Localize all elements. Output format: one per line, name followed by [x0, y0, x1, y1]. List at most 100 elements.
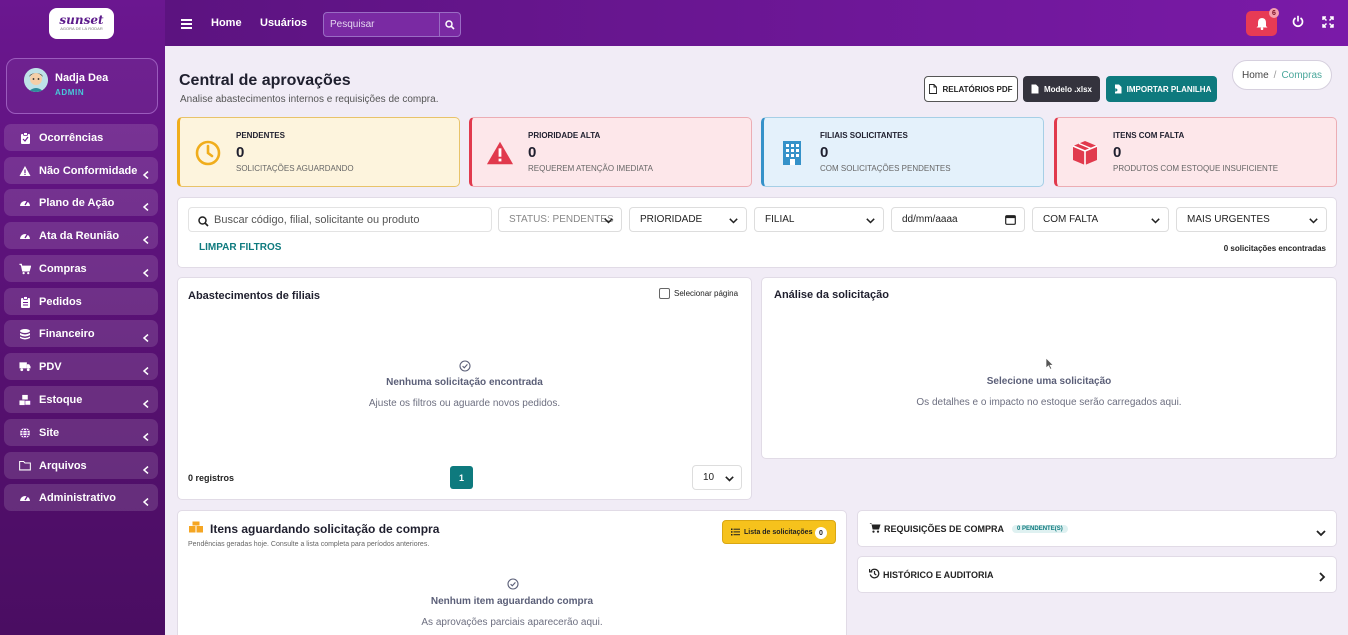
building-icon — [778, 139, 806, 167]
sidebar-item-pedidos[interactable]: Pedidos — [4, 288, 158, 315]
sidebar-item-label: Estoque — [39, 393, 83, 406]
power-icon[interactable] — [1292, 15, 1304, 33]
boxes-icon — [19, 394, 31, 406]
user-card[interactable]: Nadja Dea ADMIN — [6, 58, 158, 114]
xlsx-template-button[interactable]: Modelo .xlsx — [1023, 76, 1100, 102]
nav-link-home[interactable]: Home — [211, 17, 242, 29]
waiting-title: Itens aguardando solicitação de compra — [210, 522, 440, 536]
breadcrumb-home[interactable]: Home — [1242, 70, 1269, 81]
chevron-left-icon — [142, 264, 149, 282]
requests-list-button[interactable]: Lista de solicitações 0 — [722, 520, 836, 544]
import-sheet-button[interactable]: IMPORTAR PLANILHA — [1106, 76, 1217, 102]
filters-card: STATUS: PENDENTES PRIORIDADE FILIAL dd/m… — [177, 197, 1337, 268]
clock-icon — [194, 139, 222, 167]
requisitions-badge: 0 PENDENTE(S) — [1012, 524, 1068, 533]
sidebar-item-administrativo[interactable]: Administrativo — [4, 484, 158, 511]
cart-icon — [869, 520, 881, 538]
breadcrumb-current: Compras — [1281, 69, 1323, 81]
requisitions-title: REQUISIÇÕES DE COMPRA — [884, 523, 1005, 534]
stat-card-pendentes[interactable]: PENDENTES 0 SOLICITAÇÕES AGUARDANDO — [177, 117, 460, 187]
clipboard-icon — [19, 295, 31, 308]
file-pdf-icon — [929, 84, 938, 94]
sidebar-item-ata-reuniao[interactable]: Ata da Reunião — [4, 222, 158, 249]
shortage-select[interactable]: COM FALTA — [1032, 207, 1169, 232]
file-import-icon — [1112, 84, 1122, 94]
history-audit-accordion[interactable]: HISTÓRICO E AUDITORIA — [857, 556, 1337, 593]
chevron-down-icon — [1151, 216, 1160, 227]
analysis-card: Análise da solicitação Selecione uma sol… — [761, 277, 1337, 459]
purchase-requisitions-accordion[interactable]: REQUISIÇÕES DE COMPRA 0 PENDENTE(S) — [857, 510, 1337, 547]
requests-list-count: 0 — [815, 527, 827, 539]
chevron-left-icon — [142, 198, 149, 216]
clear-filters-button[interactable]: LIMPAR FILTROS — [199, 242, 281, 253]
branch-select[interactable]: FILIAL — [754, 207, 884, 232]
chevron-down-icon — [866, 216, 875, 227]
requests-list-label: Lista de solicitações — [744, 528, 813, 536]
filter-search-input[interactable] — [214, 208, 490, 231]
fullscreen-icon[interactable] — [1322, 15, 1334, 33]
chevron-left-icon — [142, 166, 149, 184]
sort-select[interactable]: MAIS URGENTES — [1176, 207, 1327, 232]
menu-toggle-icon[interactable] — [181, 16, 192, 34]
file-icon — [1031, 84, 1039, 94]
stat-card-filiais[interactable]: FILIAIS SOLICITANTES 0 COM SOLICITAÇÕES … — [761, 117, 1044, 187]
per-page-select[interactable]: 10 — [692, 465, 742, 490]
select-page-checkbox[interactable]: Selecionar página — [659, 288, 738, 299]
truck-icon — [19, 361, 31, 373]
priority-select[interactable]: PRIORIDADE — [629, 207, 747, 232]
sidebar-item-compras[interactable]: Compras — [4, 255, 158, 282]
stat-value: 0 — [1113, 144, 1122, 161]
sidebar-item-arquivos[interactable]: Arquivos — [4, 452, 158, 479]
filter-search — [188, 207, 492, 232]
chevron-down-icon — [604, 216, 613, 227]
nav-link-usuarios[interactable]: Usuários — [260, 17, 307, 29]
sidebar-item-site[interactable]: Site — [4, 419, 158, 446]
sidebar-item-estoque[interactable]: Estoque — [4, 386, 158, 413]
top-search — [323, 12, 461, 37]
stat-card-itens-falta[interactable]: ITENS COM FALTA 0 PRODUTOS COM ESTOQUE I… — [1054, 117, 1337, 187]
gauge-icon — [19, 492, 31, 504]
stat-title: PRIORIDADE ALTA — [528, 131, 601, 140]
sidebar-item-ocorrencias[interactable]: Ocorrências — [4, 124, 158, 151]
boxes-icon — [188, 521, 204, 539]
stat-value: 0 — [236, 144, 245, 161]
breadcrumb-separator: / — [1273, 69, 1277, 81]
results-count: 0 solicitações encontradas — [1223, 244, 1326, 253]
status-select[interactable]: STATUS: PENDENTES — [498, 207, 622, 232]
pagination-page-1[interactable]: 1 — [450, 466, 473, 489]
logo-subtext: AGORA DE LÁ RODAR — [60, 26, 103, 31]
stat-card-prioridade-alta[interactable]: PRIORIDADE ALTA 0 REQUEREM ATENÇÃO IMEDI… — [469, 117, 752, 187]
sidebar-item-plano-acao[interactable]: Plano de Ação — [4, 189, 158, 216]
chevron-left-icon — [142, 428, 149, 446]
reports-pdf-button[interactable]: RELATÓRIOS PDF — [924, 76, 1018, 102]
bell-icon — [1256, 18, 1267, 30]
brand-logo[interactable]: sunset AGORA DE LÁ RODAR — [49, 8, 114, 39]
sidebar-item-nao-conformidade[interactable]: Não Conformidade — [4, 157, 158, 184]
calendar-icon[interactable] — [1005, 214, 1016, 228]
reports-pdf-label: RELATÓRIOS PDF — [942, 84, 1013, 94]
search-button[interactable] — [439, 13, 460, 36]
analysis-title: Análise da solicitação — [774, 289, 889, 301]
avatar-icon — [24, 68, 48, 92]
sidebar-item-financeiro[interactable]: Financeiro — [4, 320, 158, 347]
clipboard-icon — [19, 131, 31, 144]
gauge-icon — [19, 230, 31, 242]
sidebar: sunset AGORA DE LÁ RODAR Nadja Dea ADMIN… — [0, 0, 165, 635]
notification-badge: 6 — [1269, 8, 1279, 18]
date-field-value: dd/mm/aaaa — [902, 214, 958, 225]
checkbox[interactable] — [659, 288, 670, 299]
waiting-items-card: Itens aguardando solicitação de compra P… — [177, 510, 847, 635]
sidebar-item-label: Compras — [39, 262, 87, 275]
top-search-input[interactable] — [324, 13, 439, 36]
sidebar-item-pdv[interactable]: PDV — [4, 353, 158, 380]
alert-triangle-icon — [486, 139, 514, 167]
sidebar-item-label: Administrativo — [39, 491, 117, 504]
priority-select-value: PRIORIDADE — [640, 214, 703, 225]
date-field[interactable]: dd/mm/aaaa — [891, 207, 1025, 232]
waiting-empty-title: Nenhum item aguardando compra — [430, 596, 594, 607]
user-name: Nadja Dea — [55, 72, 109, 84]
stat-title: ITENS COM FALTA — [1113, 131, 1185, 140]
search-icon — [198, 214, 209, 232]
branch-select-value: FILIAL — [765, 214, 795, 225]
chevron-left-icon — [142, 395, 149, 413]
